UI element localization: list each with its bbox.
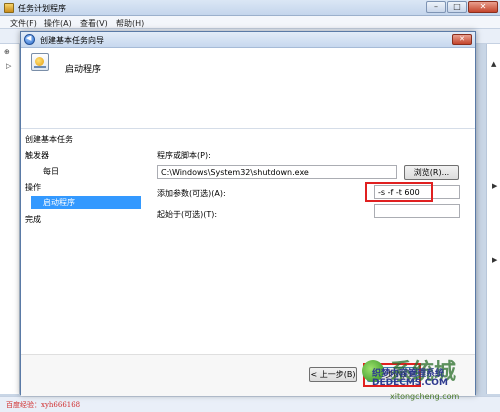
program-input[interactable] [157, 165, 397, 179]
navigation-pane: ⊕ ▷ [0, 44, 20, 394]
dialog-close-button[interactable]: ✕ [452, 34, 472, 45]
wizard-icon [31, 53, 49, 71]
app-title: 任务计划程序 [18, 4, 66, 13]
step-create-basic-task[interactable]: 创建基本任务 [25, 134, 73, 145]
step-finish[interactable]: 完成 [25, 214, 41, 225]
menu-action[interactable]: 操作(A) [44, 18, 72, 29]
maximize-button[interactable]: □ [447, 1, 467, 13]
watermark-text: xitongcheng.com [390, 392, 460, 401]
dialog-titlebar: 创建基本任务向导 ✕ [21, 32, 475, 48]
app-menubar: 文件(F) 操作(A) 查看(V) 帮助(H) [0, 16, 500, 29]
action-form: 程序或脚本(P): 浏览(R)... 添加参数(可选)(A): 起始于(可选)(… [145, 130, 477, 370]
create-basic-task-dialog: 创建基本任务向导 ✕ 启动程序 创建基本任务 触发器 每日 操作 启动程序 完成… [20, 31, 477, 396]
arrow-right-icon[interactable]: ▶ [492, 256, 497, 264]
watermark-text: 百度经验：xyh666168 [6, 401, 81, 409]
dialog-title: 创建基本任务向导 [40, 36, 104, 45]
task-scheduler-icon [4, 3, 14, 13]
app-titlebar: 任务计划程序 – □ ✕ [0, 0, 500, 16]
site-watermark: 系统城 织梦内容管理系统 DEDECMS.COM xitongcheng.com [350, 354, 500, 412]
expand-arrow-icon[interactable]: ▷ [6, 62, 11, 70]
watermark-text: DEDECMS.COM [372, 378, 448, 388]
step-start-program[interactable]: 启动程序 [31, 196, 141, 209]
step-daily[interactable]: 每日 [43, 166, 59, 177]
minimize-button[interactable]: – [426, 1, 446, 13]
browse-button[interactable]: 浏览(R)... [404, 165, 459, 180]
back-arrow-icon[interactable] [24, 34, 35, 45]
step-heading: 启动程序 [65, 65, 102, 75]
highlight-box [365, 182, 433, 202]
step-trigger[interactable]: 触发器 [25, 150, 49, 161]
menu-file[interactable]: 文件(F) [10, 18, 37, 29]
tree-node-icon[interactable]: ⊕ [4, 48, 10, 56]
actions-pane: ▲ ▶ ▶ [486, 44, 500, 394]
menu-view[interactable]: 查看(V) [80, 18, 108, 29]
step-action[interactable]: 操作 [25, 182, 41, 193]
start-in-label: 起始于(可选)(T): [157, 210, 218, 219]
start-in-input[interactable] [374, 204, 460, 218]
collapse-arrow-icon[interactable]: ▲ [491, 60, 496, 68]
arguments-label: 添加参数(可选)(A): [157, 189, 226, 198]
program-label: 程序或脚本(P): [157, 151, 211, 160]
arrow-right-icon[interactable]: ▶ [492, 182, 497, 190]
wizard-header: 启动程序 [21, 49, 475, 129]
menu-help[interactable]: 帮助(H) [116, 18, 144, 29]
close-button[interactable]: ✕ [468, 1, 498, 13]
window-controls: – □ ✕ [426, 1, 498, 13]
